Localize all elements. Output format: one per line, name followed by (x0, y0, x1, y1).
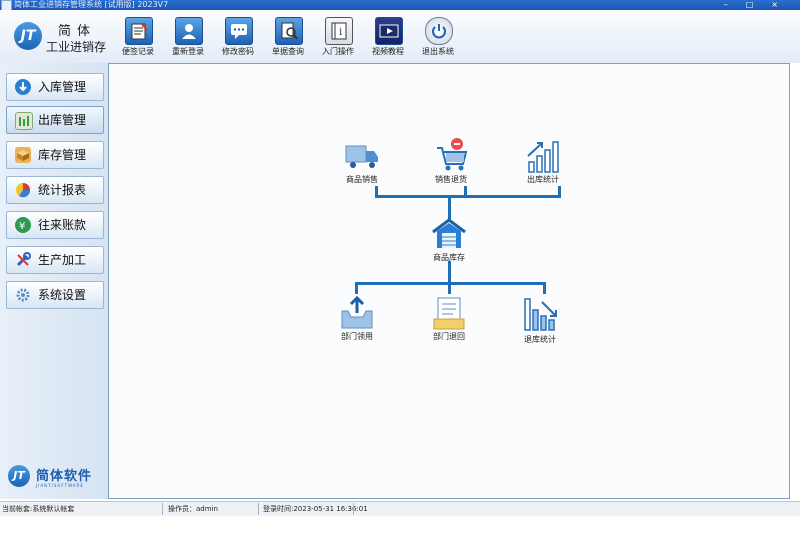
sidebar-item-inbound[interactable]: 入库管理 (6, 73, 104, 101)
video-icon (375, 17, 403, 45)
sidebar-label-production: 生产加工 (38, 253, 87, 267)
brand-sub: JIANTISOFTWARE (36, 483, 84, 488)
relogin-button[interactable]: 重新登录 (164, 15, 212, 61)
sidebar-item-accounts[interactable]: ¥ 往来账款 (6, 211, 104, 239)
app-logo: JT 简体 工业进销存 (10, 14, 110, 59)
sidebar-item-production[interactable]: 生产加工 (6, 246, 104, 274)
status-login-time: 登录时间:2023-05-31 16:36:01 (263, 505, 368, 513)
flow-node-outbound-stats[interactable]: 出库统计 (513, 138, 573, 188)
sidebar-label-outbound: 出库管理 (38, 113, 87, 127)
flow-label-sales: 商品销售 (346, 175, 378, 184)
logo-mark: JT (14, 22, 42, 50)
desktop-area (0, 516, 800, 543)
change-password-button[interactable]: 修改密码 (214, 15, 262, 61)
flow-node-dept-requisition[interactable]: 部门领用 (327, 295, 387, 343)
window-title: 简体工业进销存管理系统 [试用版] 2023V7 (14, 0, 169, 9)
wrench-icon (15, 252, 31, 268)
flow-label-outbound-stats: 出库统计 (527, 175, 559, 184)
money-icon: ¥ (15, 217, 31, 233)
flow-line-bottom-mid (448, 282, 451, 294)
header: JT 简体 工业进销存 便签记录 重新登录 修改密码 单据查询 i 入门操作 视… (0, 10, 800, 63)
user-icon (175, 17, 203, 45)
pie-chart-icon (15, 182, 31, 198)
status-divider (258, 503, 259, 515)
doc-query-button[interactable]: 单据查询 (264, 15, 312, 61)
title-bar: 简体工业进销存管理系统 [试用版] 2023V7 –□× (0, 0, 800, 11)
search-doc-icon (275, 17, 303, 45)
main-panel: 商品销售 销售退货 出库统计 商品库存 部门领用 部门退回 退库统计 (108, 63, 790, 499)
flow-line-bottom-left (355, 282, 358, 294)
gear-icon (15, 287, 31, 303)
flow-node-dept-return[interactable]: 部门退回 (419, 295, 479, 343)
flow-line-bottom-right (543, 282, 546, 294)
status-operator: 操作员：admin (168, 505, 218, 513)
notes-button[interactable]: 便签记录 (114, 15, 162, 61)
sidebar-label-inbound: 入库管理 (38, 80, 87, 94)
sidebar-label-inventory: 库存管理 (38, 148, 87, 162)
exit-label: 退出系统 (422, 47, 454, 56)
logo-subtitle: 工业进销存 (46, 40, 107, 54)
flow-node-sales-return[interactable]: 销售退货 (421, 136, 481, 188)
flow-node-inventory[interactable]: 商品库存 (419, 218, 479, 264)
flow-line-to-center (448, 197, 451, 219)
box-icon (15, 147, 31, 163)
video-tutorial-button[interactable]: 视频教程 (364, 15, 412, 61)
flow-label-inventory: 商品库存 (433, 253, 465, 262)
flow-label-dept-requisition: 部门领用 (341, 332, 373, 341)
brand-mark: JT (8, 465, 30, 487)
status-divider (353, 503, 354, 515)
notes-label: 便签记录 (122, 47, 154, 56)
tray-upload-icon (341, 295, 373, 329)
flow-label-sales-return: 销售退货 (435, 175, 467, 184)
sidebar-item-outbound[interactable]: 出库管理 (6, 106, 104, 134)
svg-text:¥: ¥ (19, 221, 25, 232)
sidebar-label-accounts: 往来账款 (38, 218, 87, 232)
flow-line-from-center (448, 261, 451, 283)
status-account: 当前帐套:系统默认帐套 (2, 505, 75, 513)
chat-bubble-icon (225, 17, 253, 45)
chart-down-icon (524, 298, 557, 331)
notepad-icon (125, 17, 153, 45)
exit-button[interactable]: 退出系统 (414, 15, 462, 61)
change-password-label: 修改密码 (222, 47, 254, 56)
sidebar-label-settings: 系统设置 (38, 288, 87, 302)
doc-query-label: 单据查询 (272, 47, 304, 56)
video-tutorial-label: 视频教程 (372, 47, 404, 56)
clipboard-return-icon (433, 297, 465, 330)
flow-node-sales[interactable]: 商品销售 (332, 140, 392, 188)
brand-name: 简体软件 (36, 469, 93, 484)
brand-logo: JT 简体软件 JIANTISOFTWARE (8, 463, 104, 493)
chart-up-icon (527, 141, 559, 173)
book-icon: i (325, 17, 353, 45)
sidebar-label-reports: 统计报表 (38, 183, 87, 197)
window-controls[interactable]: –□× (724, 0, 796, 9)
flow-label-return-stats: 退库统计 (524, 335, 556, 344)
flow-label-dept-return: 部门退回 (433, 332, 465, 341)
status-bar: 当前帐套:系统默认帐套 操作员：admin 登录时间:2023-05-31 16… (0, 501, 800, 516)
power-icon (425, 17, 453, 45)
flow-node-return-stats[interactable]: 退库统计 (510, 296, 570, 344)
bars-icon (15, 112, 33, 130)
svg-text:i: i (339, 27, 342, 38)
sidebar-item-inventory[interactable]: 库存管理 (6, 141, 104, 169)
getting-started-label: 入门操作 (322, 47, 354, 56)
truck-icon (345, 145, 378, 168)
flow-line-top (375, 195, 561, 198)
sidebar-item-settings[interactable]: 系统设置 (6, 281, 104, 309)
status-divider (162, 503, 163, 515)
cart-return-icon (437, 138, 468, 171)
download-icon (15, 79, 31, 95)
getting-started-button[interactable]: i 入门操作 (314, 15, 362, 61)
warehouse-icon (432, 218, 466, 248)
relogin-label: 重新登录 (172, 47, 204, 56)
sidebar: 入库管理 出库管理 库存管理 统计报表 ¥ 往来账款 生产加工 系统设置 JT … (0, 63, 108, 499)
logo-title: 简体 (58, 24, 97, 39)
sidebar-item-reports[interactable]: 统计报表 (6, 176, 104, 204)
